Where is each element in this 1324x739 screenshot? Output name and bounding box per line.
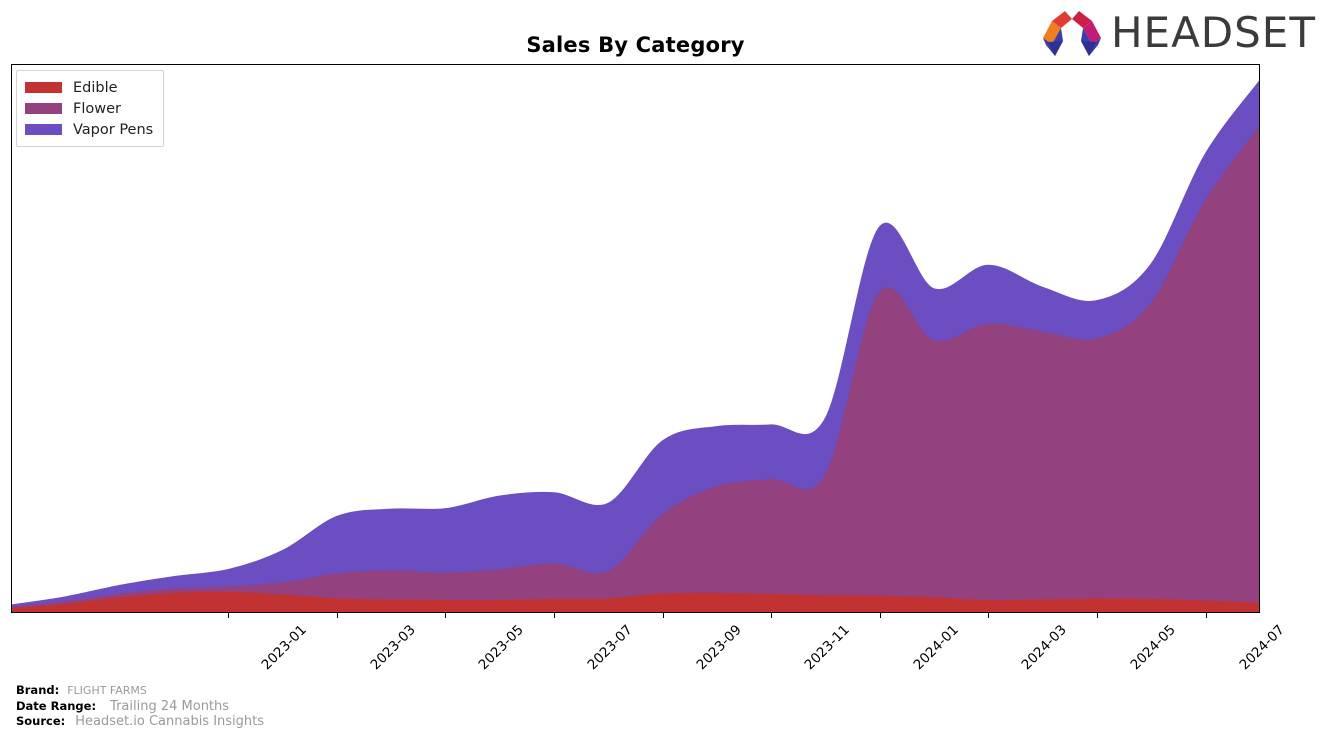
x-axis-tick: [1097, 613, 1099, 618]
headset-wordmark: HEADSET: [1110, 8, 1316, 57]
footer-row-date-range: Date Range: Trailing 24 Months: [16, 699, 716, 715]
x-axis-tick: [1205, 613, 1207, 618]
footer-row-source: Source: Headset.io Cannabis Insights: [16, 714, 716, 730]
x-axis-tick-label: 2023-01: [258, 622, 310, 674]
legend-label-vapor-pens: Vapor Pens: [73, 121, 154, 138]
footer-value-source: Headset.io Cannabis Insights: [75, 714, 265, 729]
legend-item-flower[interactable]: Flower: [25, 98, 153, 119]
x-axis-tick: [771, 613, 773, 618]
footer-value-date-range: Trailing 24 Months: [110, 698, 230, 714]
stacked-area-chart: [12, 80, 1259, 612]
x-axis-tick-label: 2023-07: [584, 622, 636, 674]
chart-footer: Brand: FLIGHT FARMS Date Range: Trailing…: [16, 683, 716, 730]
x-axis-tick: [554, 613, 556, 618]
x-axis-tick-label: 2024-01: [910, 622, 962, 674]
legend-swatch-edible: [25, 82, 62, 93]
x-axis-tick: [988, 613, 990, 618]
x-axis: 2023-01 2023-03 2023-05 2023-07 2023-09 2023-…: [11, 613, 1287, 683]
x-axis-tick: [228, 613, 230, 618]
chart-legend: Edible Flower Vapor Pens: [16, 70, 165, 147]
legend-swatch-vapor-pens: [25, 124, 62, 135]
footer-key-source: Source:: [16, 714, 66, 728]
legend-item-edible[interactable]: Edible: [25, 77, 153, 98]
x-axis-tick-label: 2023-03: [367, 622, 419, 674]
legend-label-edible: Edible: [73, 79, 118, 96]
x-axis-tick-label: 2024-07: [1236, 622, 1288, 674]
footer-value-brand: FLIGHT FARMS: [67, 684, 147, 697]
chart-plot-area: [11, 64, 1260, 613]
x-axis-tick-label: 2024-03: [1018, 622, 1071, 674]
footer-key-brand: Brand:: [16, 683, 60, 697]
headset-logo: HEADSET: [1041, 8, 1316, 58]
x-axis-tick: [662, 613, 664, 618]
legend-label-flower: Flower: [73, 100, 121, 117]
x-axis-tick: [336, 613, 338, 618]
legend-item-vapor-pens[interactable]: Vapor Pens: [25, 119, 153, 140]
headset-logo-mark: [1042, 11, 1101, 56]
x-axis-tick: [879, 613, 881, 618]
x-axis-tick-label: 2024-05: [1127, 622, 1179, 674]
x-axis-tick: [445, 613, 447, 618]
x-axis-tick-label: 2023-11: [801, 622, 853, 674]
footer-row-brand: Brand: FLIGHT FARMS: [16, 683, 716, 699]
footer-key-date-range: Date Range:: [16, 698, 97, 713]
x-axis-tick-label: 2023-09: [693, 622, 745, 674]
legend-swatch-flower: [25, 103, 62, 114]
x-axis-tick-label: 2023-05: [475, 622, 528, 674]
